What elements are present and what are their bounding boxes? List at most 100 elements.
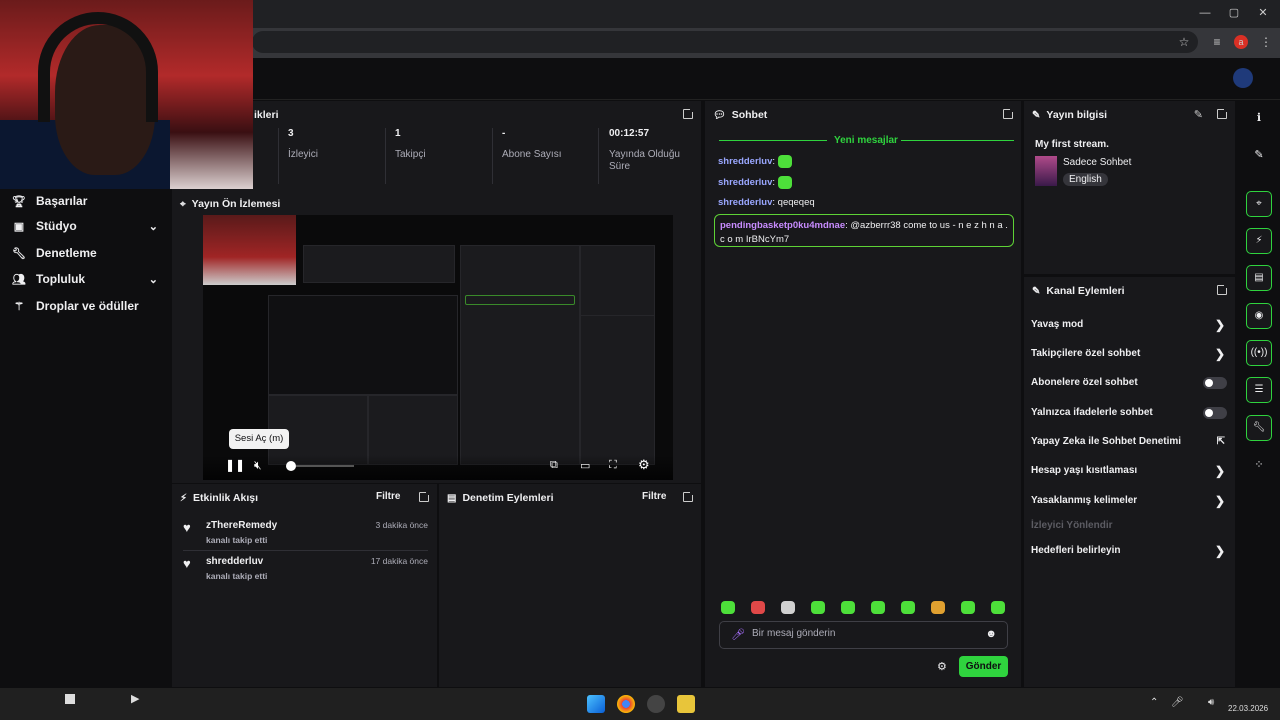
slow-mode-item[interactable]: Yavaş mod ❯	[1031, 315, 1227, 335]
wrench-icon[interactable]: 🔧︎	[1246, 415, 1272, 441]
speaker-icon[interactable]: 🔊︎	[1208, 697, 1214, 708]
tag-badge[interactable]: English	[1063, 173, 1108, 186]
broadcast-icon[interactable]: ((•))	[1246, 340, 1272, 366]
edit-pencil-icon[interactable]: ✎	[1251, 147, 1267, 163]
category-thumbnail[interactable]	[1035, 156, 1057, 186]
emote-icon[interactable]	[901, 601, 915, 614]
activity-action: kanalı takip etti	[206, 571, 268, 581]
stat-subscribers: - Abone Sayısı	[502, 128, 602, 161]
preview-mini-panel	[580, 245, 655, 325]
stat-label: Abone Sayısı	[502, 149, 562, 160]
item-label: Yapay Zeka ile Sohbet Denetimi	[1031, 436, 1182, 447]
emote-icon[interactable]	[961, 601, 975, 614]
chat-username[interactable]: shredderluv	[718, 197, 772, 208]
panel-title: Yayın Ön İzlemesi	[191, 198, 281, 210]
chevron-down-icon: ⌄	[148, 220, 158, 233]
chat-username[interactable]: shredderluv	[718, 156, 772, 167]
activity-user[interactable]: zThereRemedy	[206, 520, 277, 531]
chrome-icon[interactable]	[617, 695, 635, 713]
chat-settings-gear-icon[interactable]: ⚙	[937, 660, 947, 673]
emote-icon[interactable]	[991, 601, 1005, 614]
sidebar-item-studio[interactable]: ▣ Stüdyo ⌄	[0, 214, 172, 238]
bookmark-star-icon[interactable]: ☆	[1176, 34, 1192, 50]
media-stop-icon[interactable]	[65, 694, 75, 704]
theatre-icon[interactable]: ▭	[580, 459, 590, 472]
sidebar-item-moderation[interactable]: 🔧︎ Denetleme	[0, 241, 172, 265]
settings-gear-icon[interactable]: ⚙	[638, 457, 650, 473]
info-icon[interactable]: ℹ	[1251, 110, 1267, 126]
sidebar-item-achievements[interactable]: 🏆︎ Başarılar	[0, 189, 172, 213]
close-icon[interactable]: ✕	[1256, 6, 1270, 20]
ai-moderation-item[interactable]: Yapay Zeka ile Sohbet Denetimi ⇱	[1031, 432, 1227, 452]
sidebar-item-drops[interactable]: ⚚ Droplar ve ödüller	[0, 294, 172, 318]
goals-item[interactable]: Hedefleri belirleyin ❯	[1031, 541, 1227, 561]
popout-icon[interactable]	[1217, 107, 1229, 119]
filter-button[interactable]: Filtre	[376, 491, 400, 502]
chevron-right-icon: ❯	[1214, 494, 1225, 508]
emoji-icon[interactable]: ☻	[985, 628, 997, 640]
popout-icon[interactable]	[683, 107, 695, 119]
send-button[interactable]: Gönder	[959, 656, 1008, 677]
popout-icon[interactable]	[419, 490, 431, 502]
emote-icon[interactable]	[721, 601, 735, 614]
popout-icon[interactable]	[1003, 107, 1015, 119]
minimize-icon[interactable]: —	[1198, 6, 1212, 20]
microphone-icon[interactable]: 🎤︎	[731, 628, 745, 641]
address-bar[interactable]	[252, 31, 1198, 53]
add-action-icon[interactable]: ⁘	[1251, 457, 1267, 473]
mic-icon[interactable]: 🎤︎	[1171, 697, 1184, 708]
profile-avatar[interactable]: a	[1234, 35, 1248, 49]
document-icon: ▤	[447, 492, 457, 504]
popout-icon[interactable]	[683, 490, 695, 502]
fullscreen-icon[interactable]: ⛶	[609, 459, 617, 472]
external-link-icon: ⇱	[1216, 436, 1225, 447]
activity-user[interactable]: shredderluv	[206, 556, 263, 567]
subscribers-only-toggle[interactable]	[1203, 377, 1227, 389]
account-age-item[interactable]: Hesap yaşı kısıtlaması ❯	[1031, 461, 1227, 481]
raid-item: İzleyici Yönlendir	[1031, 516, 1227, 536]
chat-input-box[interactable]: 🎤︎ ☻	[719, 621, 1008, 649]
windows-start-icon[interactable]	[587, 695, 605, 713]
emote-icon[interactable]	[811, 601, 825, 614]
stream-info-panel: ✎ Yayın bilgisi ✎ My first stream. Sadec…	[1024, 101, 1235, 274]
layout-icon[interactable]: ☰	[1246, 377, 1272, 403]
lightning-icon[interactable]: ⚡︎	[1246, 228, 1272, 254]
user-avatar[interactable]	[1233, 68, 1253, 88]
volume-muted-icon[interactable]: 🔇︎	[254, 458, 262, 473]
clip-action-icon[interactable]: ⌖	[1246, 191, 1272, 217]
media-play-icon[interactable]: ▶	[131, 692, 139, 705]
chat-bubble-icon[interactable]: ◉	[1246, 303, 1272, 329]
obs-icon[interactable]	[647, 695, 665, 713]
emote-icon[interactable]	[841, 601, 855, 614]
chat-username[interactable]: pendingbasketp0ku4mdnae	[720, 220, 845, 231]
emote-icon[interactable]	[871, 601, 885, 614]
tray-chevron-icon[interactable]: ⌃	[1150, 697, 1158, 708]
maximize-icon[interactable]: ▢	[1227, 6, 1241, 20]
chevron-right-icon: ❯	[1214, 464, 1225, 478]
preview-mini-panel	[268, 295, 458, 395]
video-controls-bg	[203, 455, 673, 480]
browser-menu-icon[interactable]: ⋮	[1258, 34, 1274, 50]
banned-words-item[interactable]: Yasaklanmış kelimeler ❯	[1031, 491, 1227, 511]
pause-icon[interactable]: ❚❚	[225, 458, 245, 472]
edit-icon[interactable]: ✎	[1194, 108, 1203, 121]
sidebar-item-community[interactable]: 👥︎ Topluluk ⌄	[0, 267, 172, 291]
filter-button[interactable]: Filtre	[642, 491, 666, 502]
media-controls-icon[interactable]: ≡	[1209, 34, 1225, 50]
emote-icon[interactable]	[751, 601, 765, 614]
emote-only-toggle[interactable]	[1203, 407, 1227, 419]
volume-track[interactable]	[296, 465, 354, 467]
chat-username[interactable]: shredderluv	[718, 177, 772, 188]
heart-icon: ♥	[183, 520, 191, 535]
clip-icon[interactable]: ⧉	[550, 459, 558, 472]
emote-icon[interactable]	[931, 601, 945, 614]
category-name[interactable]: Sadece Sohbet	[1063, 157, 1131, 168]
followers-only-item[interactable]: Takipçilere özel sohbet ❯	[1031, 344, 1227, 364]
emote-icon[interactable]	[781, 601, 795, 614]
app-icon[interactable]	[677, 695, 695, 713]
item-label: Hedefleri belirleyin	[1031, 545, 1121, 556]
chat-input[interactable]	[752, 628, 982, 639]
volume-slider[interactable]	[286, 461, 296, 471]
popout-icon[interactable]	[1217, 283, 1229, 295]
document-icon[interactable]: ▤	[1246, 265, 1272, 291]
